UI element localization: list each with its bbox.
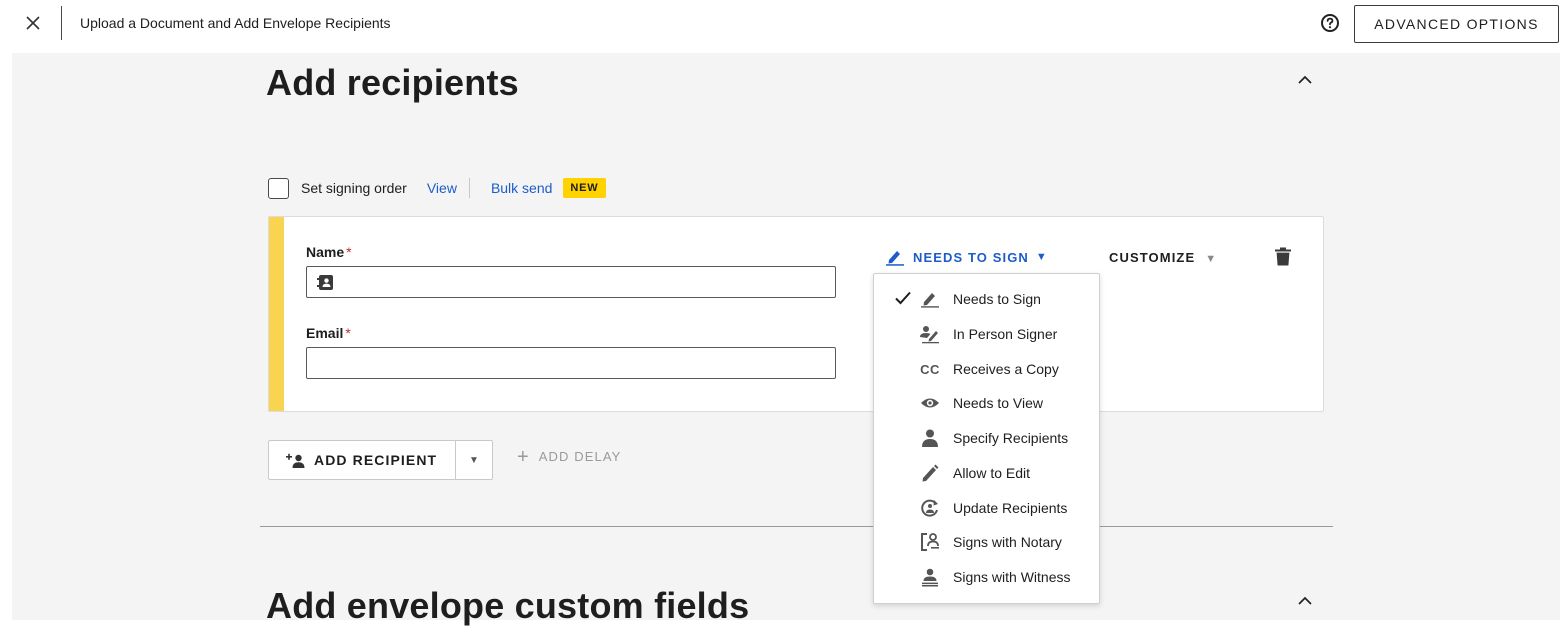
top-divider bbox=[61, 6, 62, 40]
update-recipient-icon bbox=[919, 498, 941, 518]
menu-item-receives-a-copy[interactable]: CC Receives a Copy bbox=[874, 352, 1099, 386]
customize-label: CUSTOMIZE bbox=[1109, 250, 1196, 265]
menu-item-label: In Person Signer bbox=[953, 326, 1058, 342]
advanced-options-button[interactable]: ADVANCED OPTIONS bbox=[1354, 5, 1559, 43]
menu-item-label: Receives a Copy bbox=[953, 361, 1059, 377]
name-label-text: Name bbox=[306, 244, 345, 260]
add-recipient-options-caret-icon[interactable]: ▼ bbox=[456, 441, 492, 479]
recipients-section-title: Add recipients bbox=[266, 62, 519, 103]
new-badge: NEW bbox=[563, 178, 606, 198]
cc-icon: CC bbox=[920, 361, 940, 377]
required-marker: * bbox=[345, 325, 351, 341]
caret-down-icon: ▼ bbox=[1035, 251, 1048, 263]
menu-item-label: Update Recipients bbox=[953, 500, 1068, 516]
help-icon[interactable] bbox=[1320, 13, 1340, 33]
recipient-color-accent bbox=[269, 217, 284, 411]
name-label: Name * bbox=[306, 244, 352, 260]
contacts-icon[interactable] bbox=[317, 274, 335, 291]
section-divider bbox=[260, 526, 1333, 527]
witness-icon bbox=[919, 567, 941, 587]
custom-fields-section-title: Add envelope custom fields bbox=[266, 585, 750, 626]
menu-item-update-recipients[interactable]: Update Recipients bbox=[874, 491, 1099, 525]
collapse-recipients-chevron-up-icon[interactable] bbox=[1296, 73, 1314, 87]
recipient-action-menu: Needs to Sign In Person Signer CC Receiv… bbox=[873, 273, 1100, 604]
delete-recipient-trash-icon[interactable] bbox=[1275, 247, 1291, 266]
menu-item-signs-with-witness[interactable]: Signs with Witness bbox=[874, 560, 1099, 594]
pencil-icon bbox=[919, 463, 941, 483]
link-divider bbox=[468, 178, 470, 198]
add-recipient-split-button: ADD RECIPIENT ▼ bbox=[268, 440, 493, 480]
menu-item-label: Signs with Witness bbox=[953, 569, 1071, 585]
person-icon bbox=[919, 428, 941, 448]
email-input[interactable] bbox=[306, 347, 836, 379]
menu-item-specify-recipients[interactable]: Specify Recipients bbox=[874, 421, 1099, 455]
menu-item-needs-to-view[interactable]: Needs to View bbox=[874, 386, 1099, 420]
menu-item-needs-to-sign[interactable]: Needs to Sign bbox=[874, 282, 1099, 316]
add-delay-label: ADD DELAY bbox=[538, 449, 622, 464]
signing-order-checkbox[interactable] bbox=[268, 177, 289, 199]
caret-down-icon: ▼ bbox=[1205, 253, 1218, 265]
required-marker: * bbox=[346, 244, 352, 260]
checkmark-icon bbox=[895, 291, 911, 305]
notary-icon bbox=[919, 532, 941, 552]
customize-dropdown[interactable]: CUSTOMIZE ▼ bbox=[1109, 250, 1217, 265]
signing-order-row: Set signing order View Bulk send NEW bbox=[268, 177, 606, 199]
menu-item-label: Allow to Edit bbox=[953, 465, 1031, 481]
add-delay-button[interactable]: + ADD DELAY bbox=[517, 445, 622, 468]
bulk-send-link[interactable]: Bulk send bbox=[491, 180, 552, 196]
top-bar: Upload a Document and Add Envelope Recip… bbox=[0, 0, 1560, 52]
recipient-action-label: NEEDS TO SIGN bbox=[913, 249, 1029, 265]
pen-icon bbox=[919, 289, 941, 309]
name-input[interactable] bbox=[306, 266, 836, 298]
add-recipient-button[interactable]: ADD RECIPIENT bbox=[269, 441, 455, 479]
recipient-card: Name * Email * NEEDS TO SIGN ▼ CUSTOMIZE ▼ bbox=[268, 216, 1324, 412]
menu-item-label: Needs to Sign bbox=[953, 291, 1041, 307]
recipient-action-dropdown[interactable]: NEEDS TO SIGN ▼ bbox=[885, 248, 1048, 266]
in-person-signer-icon bbox=[919, 324, 941, 344]
close-icon[interactable] bbox=[23, 13, 43, 33]
menu-item-signs-with-notary[interactable]: Signs with Notary bbox=[874, 525, 1099, 559]
window-title: Upload a Document and Add Envelope Recip… bbox=[80, 15, 391, 31]
view-link[interactable]: View bbox=[427, 180, 457, 196]
menu-item-in-person-signer[interactable]: In Person Signer bbox=[874, 317, 1099, 351]
signing-order-label: Set signing order bbox=[301, 180, 407, 196]
collapse-custom-fields-chevron-up-icon[interactable] bbox=[1296, 594, 1314, 608]
add-recipient-label: ADD RECIPIENT bbox=[314, 452, 438, 468]
email-label-text: Email bbox=[306, 325, 344, 341]
email-label: Email * bbox=[306, 325, 351, 341]
menu-item-label: Signs with Notary bbox=[953, 534, 1062, 550]
add-person-icon bbox=[286, 453, 305, 468]
pen-icon bbox=[886, 251, 904, 266]
menu-item-allow-to-edit[interactable]: Allow to Edit bbox=[874, 456, 1099, 490]
menu-item-label: Needs to View bbox=[953, 395, 1044, 411]
menu-item-label: Specify Recipients bbox=[953, 430, 1069, 446]
plus-icon: + bbox=[517, 445, 530, 468]
eye-icon bbox=[919, 393, 941, 413]
